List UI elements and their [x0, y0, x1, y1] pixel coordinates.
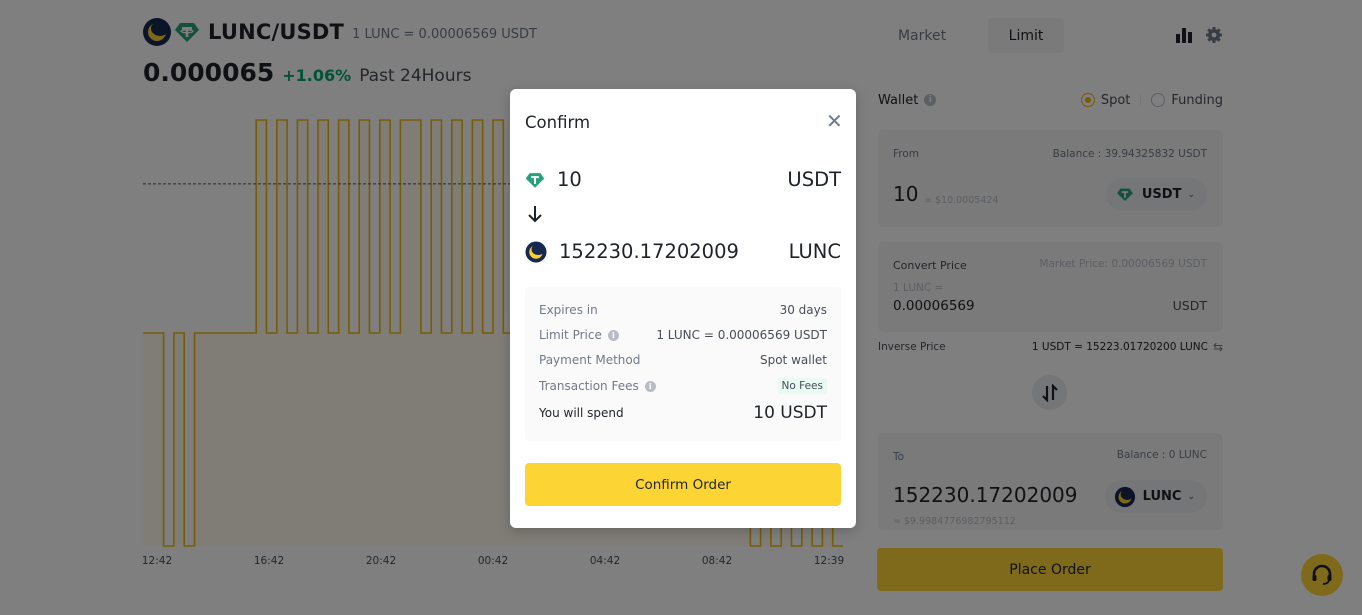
to-asset-row: 152230.17202009 LUNC — [525, 240, 841, 263]
modal-title: Confirm — [525, 113, 591, 132]
info-icon[interactable]: i — [644, 380, 656, 392]
detail-limit-price: Limit Price i 1 LUNC = 0.00006569 USDT — [539, 328, 827, 342]
from-asset-row: 10 USDT — [525, 168, 841, 191]
no-fees-badge: No Fees — [777, 378, 827, 394]
modal-from-amount: 10 — [557, 168, 582, 191]
arrow-down-icon — [528, 206, 542, 223]
detail-value: Spot wallet — [759, 353, 827, 367]
modal-to-amount: 152230.17202009 — [559, 240, 739, 263]
spend-label: You will spend — [539, 406, 624, 420]
usdt-coin-icon — [525, 172, 545, 188]
detail-value: 1 LUNC = 0.00006569 USDT — [656, 328, 827, 342]
close-icon[interactable]: ✕ — [826, 111, 843, 131]
info-icon[interactable]: i — [607, 329, 619, 341]
detail-payment-method: Payment Method Spot wallet — [539, 353, 827, 367]
detail-transaction-fees: Transaction Fees i No Fees — [539, 378, 827, 394]
spend-row: You will spend 10 USDT — [539, 403, 827, 423]
lunc-coin-icon — [525, 241, 547, 262]
detail-label: Transaction Fees — [539, 379, 639, 393]
order-details: Expires in 30 days Limit Price i 1 LUNC … — [525, 287, 841, 441]
confirm-order-button[interactable]: Confirm Order — [525, 463, 841, 506]
detail-label: Expires in — [539, 303, 598, 317]
detail-label: Payment Method — [539, 353, 641, 367]
detail-expires: Expires in 30 days — [539, 303, 827, 317]
modal-from-unit: USDT — [787, 168, 841, 191]
detail-value: 30 days — [779, 303, 827, 317]
modal-to-unit: LUNC — [788, 240, 841, 263]
spend-value: 10 USDT — [753, 403, 827, 423]
detail-label: Limit Price — [539, 328, 602, 342]
confirm-modal: Confirm ✕ 10 USDT 152230.17202009 LUNC E… — [510, 89, 856, 528]
